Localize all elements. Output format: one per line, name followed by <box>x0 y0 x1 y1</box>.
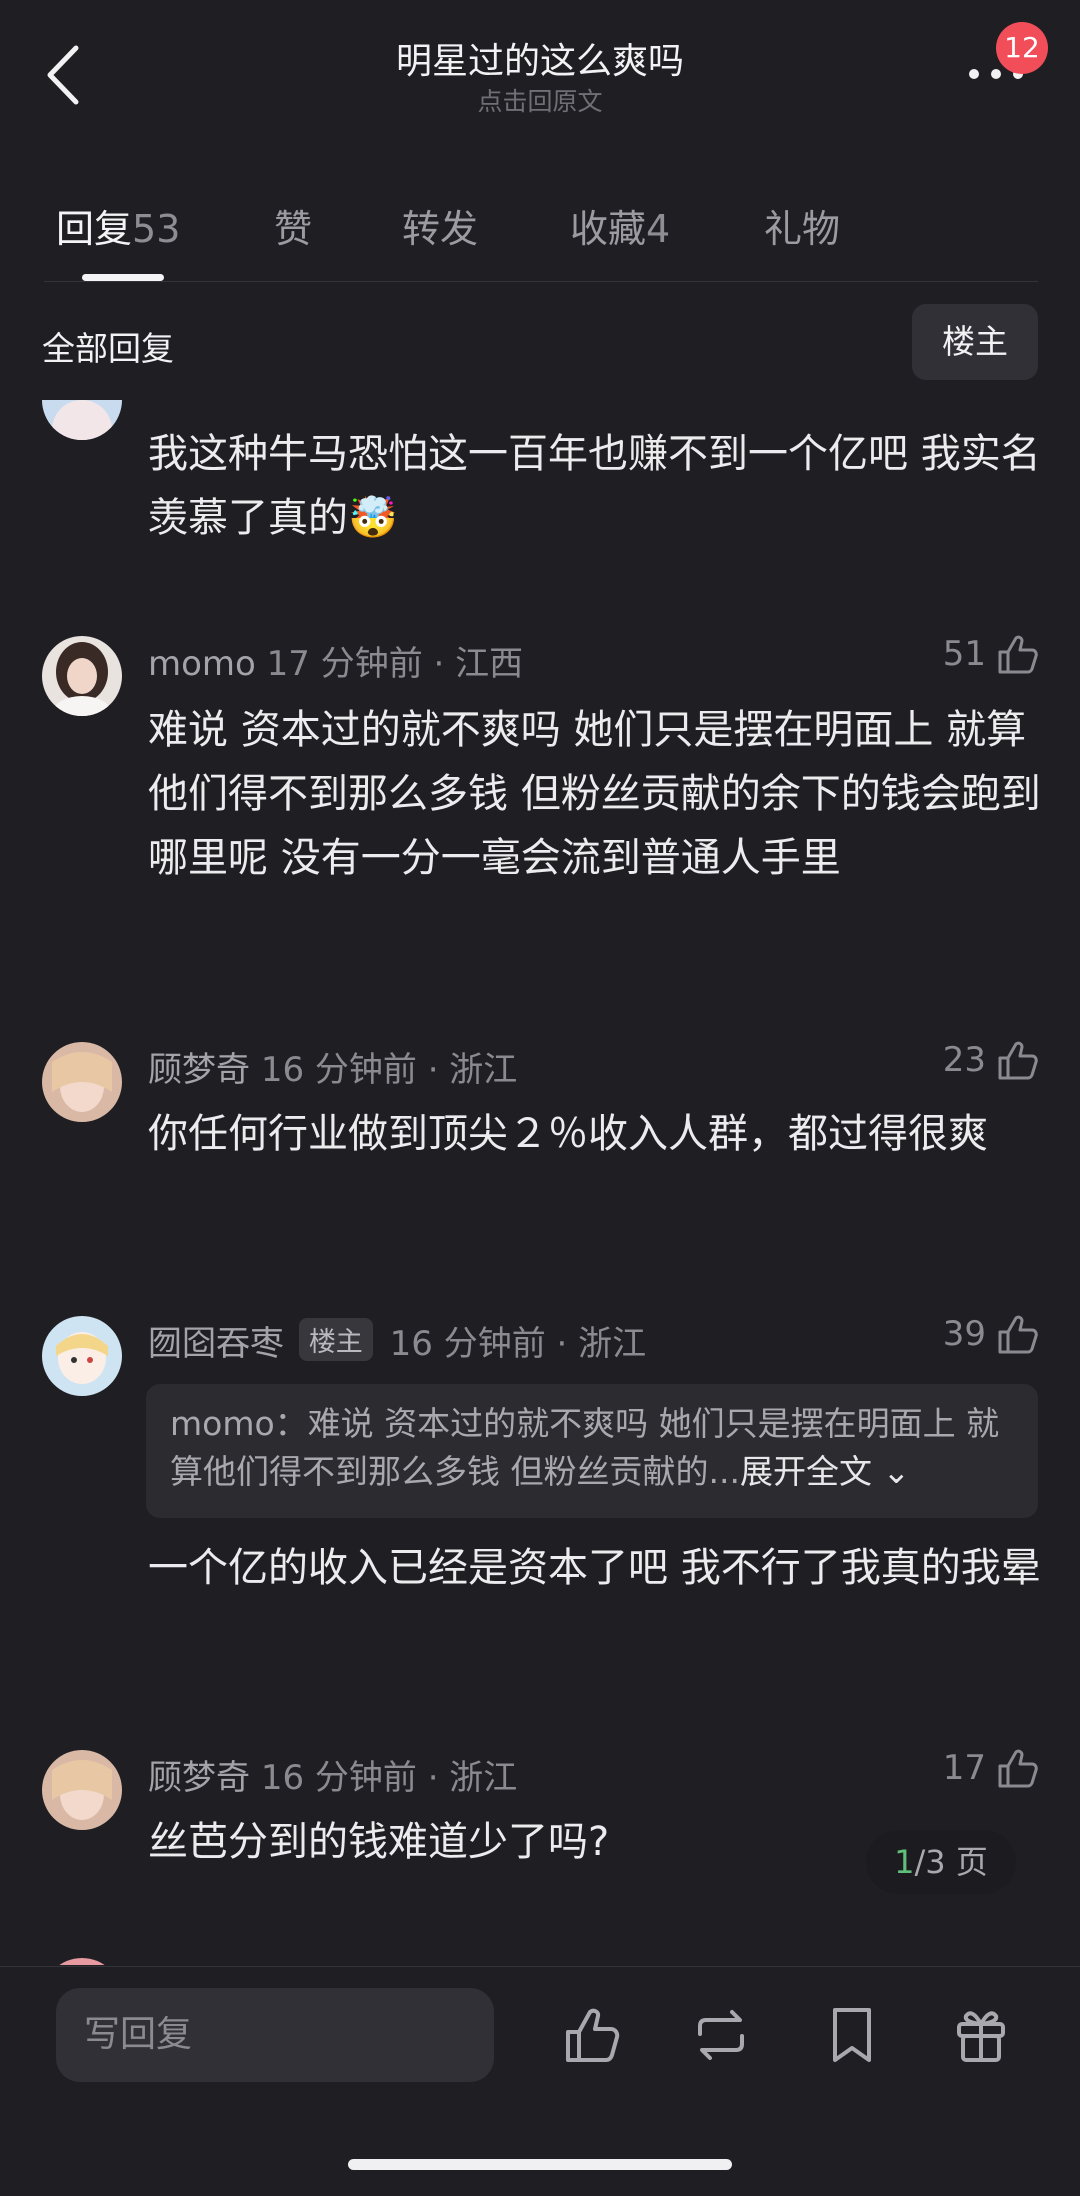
post-title[interactable]: 明星过的这么爽吗 <box>0 32 1080 84</box>
comment-text: 一个亿的收入已经是资本了吧 我不行了我真的我晕 <box>148 1545 1041 1591</box>
thumbs-up-icon <box>998 1041 1038 1080</box>
op-tag: 楼主 <box>298 1318 373 1361</box>
expand-label: 展开全文 <box>739 1452 872 1491</box>
avatar[interactable] <box>42 1750 122 1830</box>
comment-meta: 顾梦奇 16 分钟前 · 浙江 <box>148 1042 517 1091</box>
username[interactable]: momo <box>148 644 256 684</box>
all-replies-label[interactable]: 全部回复 <box>42 322 174 370</box>
tab-label: 礼物 <box>764 207 841 251</box>
avatar[interactable] <box>42 1958 122 1965</box>
username[interactable]: 顾梦奇 <box>148 1050 250 1090</box>
thumbs-up-icon <box>998 1315 1038 1354</box>
comment-list[interactable]: 我这种牛马恐怕这一百年也赚不到一个亿吧 我实名羡慕了真的🤯 momo 17 分钟… <box>0 400 1080 1965</box>
like-button[interactable]: 17 <box>943 1746 1040 1790</box>
comment-meta: 囫囵吞枣 楼主 16 分钟前 · 浙江 <box>148 1316 646 1365</box>
back-to-post-link[interactable]: 点击回原文 <box>0 82 1080 118</box>
comment-text: 我这种牛马恐怕这一百年也赚不到一个亿吧 我实名羡慕了真的🤯 <box>148 431 1041 541</box>
total-pages: /3 页 <box>914 1843 988 1881</box>
like-button[interactable]: 39 <box>943 1312 1040 1356</box>
tab-reposts[interactable]: 转发 <box>402 198 478 253</box>
avatar[interactable] <box>42 1042 122 1122</box>
expand-full-text-link[interactable]: 展开全文 ⌄ <box>740 1452 910 1491</box>
tab-favorites[interactable]: 收藏4 <box>570 198 670 253</box>
comment-meta: 顾梦奇 16 分钟前 · 浙江 <box>148 1750 517 1799</box>
tab-count: 4 <box>646 207 671 251</box>
like-button[interactable]: 23 <box>943 1038 1040 1082</box>
thumbs-up-icon <box>998 1749 1038 1788</box>
avatar[interactable] <box>42 636 122 716</box>
op-only-filter-button[interactable]: 楼主 <box>912 304 1038 380</box>
home-indicator <box>348 2159 732 2170</box>
like-count: 51 <box>942 634 986 674</box>
current-page: 1 <box>894 1843 915 1881</box>
tab-gifts[interactable]: 礼物 <box>764 198 840 253</box>
timestamp-location: 17 分钟前 · 江西 <box>266 644 524 684</box>
repost-icon[interactable] <box>692 2004 750 2066</box>
tab-likes[interactable]: 赞 <box>274 198 312 253</box>
tab-label: 转发 <box>402 207 479 251</box>
reply-input[interactable]: 写回复 <box>56 1988 494 2082</box>
comment-meta: momo 17 分钟前 · 江西 <box>148 636 523 685</box>
username[interactable]: 囫囵吞枣 <box>148 1324 284 1364</box>
tab-count: 53 <box>132 207 181 251</box>
comment-text: 难说 资本过的就不爽吗 她们只是摆在明面上 就算他们得不到那么多钱 但粉丝贡献的… <box>148 707 1041 881</box>
thumbs-up-icon <box>998 635 1038 674</box>
avatar[interactable] <box>42 400 122 440</box>
notification-badge: 12 <box>996 22 1048 74</box>
tab-label: 收藏 <box>570 207 647 251</box>
timestamp-location: 16 分钟前 · 浙江 <box>389 1324 647 1364</box>
bookmark-icon[interactable] <box>823 2004 881 2066</box>
gift-icon[interactable] <box>952 2004 1010 2066</box>
comment-text: 你任何行业做到顶尖２％收入人群，都过得很爽 <box>148 1111 988 1157</box>
divider <box>44 281 1038 282</box>
timestamp-location: 16 分钟前 · 浙江 <box>260 1050 518 1090</box>
page-indicator[interactable]: 1/3 页 <box>866 1830 1016 1894</box>
like-button[interactable]: 51 <box>943 632 1040 676</box>
username[interactable]: 顾梦奇 <box>148 1758 250 1798</box>
quoted-reply[interactable]: momo：难说 资本过的就不爽吗 她们只是摆在明面上 就算他们得不到那么多钱 但… <box>146 1384 1038 1518</box>
tab-label: 回复 <box>56 207 133 251</box>
like-count: 17 <box>942 1748 986 1788</box>
like-count: 39 <box>942 1314 986 1354</box>
avatar[interactable] <box>42 1316 122 1396</box>
tab-replies[interactable]: 回复53 <box>56 198 180 253</box>
chevron-down-icon: ⌄ <box>882 1452 911 1491</box>
thumbs-up-icon[interactable] <box>563 2004 621 2066</box>
tab-label: 赞 <box>274 207 313 251</box>
active-tab-indicator <box>82 274 164 281</box>
like-count: 23 <box>942 1040 986 1080</box>
timestamp-location: 16 分钟前 · 浙江 <box>260 1758 518 1798</box>
